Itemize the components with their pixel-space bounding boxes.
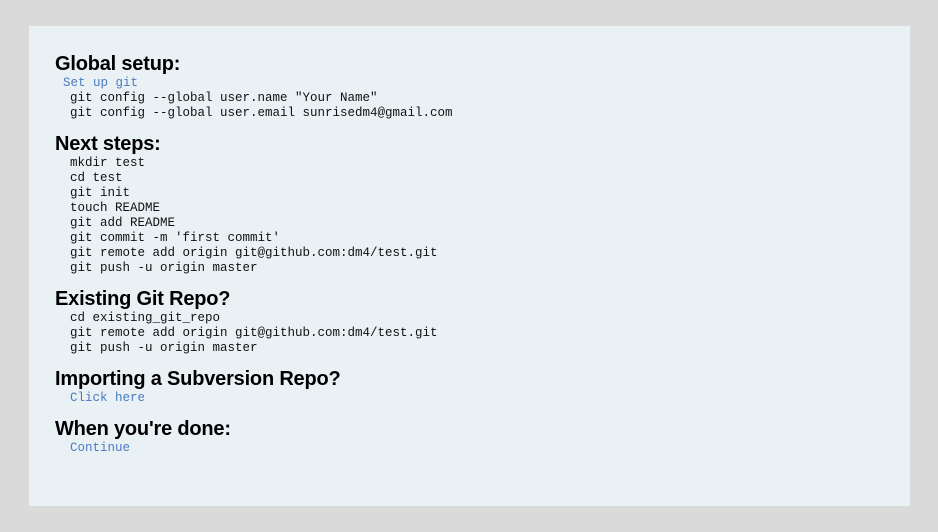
subversion-heading: Importing a Subversion Repo? xyxy=(55,368,341,390)
code-line: touch README xyxy=(70,201,161,215)
set-up-git-link[interactable]: Set up git xyxy=(55,76,890,91)
existing-repo-code: cd existing_git_repo git remote add origi… xyxy=(55,311,890,356)
next-steps-section: Next steps: mkdir test cd test git init tou… xyxy=(55,132,890,276)
code-line: mkdir test xyxy=(70,156,146,170)
subversion-section: Importing a Subversion Repo? Click here xyxy=(55,367,890,406)
existing-repo-heading: Existing Git Repo? xyxy=(55,288,231,310)
code-line: git config --global user.name "Your Name… xyxy=(70,91,378,105)
code-line: git push -u origin master xyxy=(70,261,258,275)
code-line: git add README xyxy=(70,216,176,230)
continue-link[interactable]: Continue xyxy=(55,441,890,456)
code-line: git push -u origin master xyxy=(70,341,258,355)
next-steps-code: mkdir test cd test git init touch README git… xyxy=(55,156,890,276)
code-line: cd test xyxy=(70,171,123,185)
subversion-click-here-link[interactable]: Click here xyxy=(55,391,890,406)
next-steps-heading: Next steps: xyxy=(55,133,161,155)
code-line: git commit -m 'first commit' xyxy=(70,231,281,245)
code-line: cd existing_git_repo xyxy=(70,311,221,325)
code-line: git remote add origin git@github.com:dm4… xyxy=(70,326,438,340)
global-setup-heading: Global setup: xyxy=(55,53,181,75)
done-section: When you're done: Continue xyxy=(55,417,890,456)
instructions-panel: Global setup: Set up git git config --gl… xyxy=(29,26,910,506)
global-setup-section: Global setup: Set up git git config --gl… xyxy=(55,52,890,121)
instructions-content: Global setup: Set up git git config --gl… xyxy=(55,52,890,467)
code-line: git config --global user.email sunrisedm… xyxy=(70,106,453,120)
global-setup-code: git config --global user.name "Your Name… xyxy=(55,91,890,121)
existing-repo-section: Existing Git Repo? cd existing_git_repo g… xyxy=(55,287,890,356)
done-heading: When you're done: xyxy=(55,418,231,440)
code-line: git remote add origin git@github.com:dm4… xyxy=(70,246,438,260)
page-frame: Global setup: Set up git git config --gl… xyxy=(8,7,929,526)
code-line: git init xyxy=(70,186,131,200)
